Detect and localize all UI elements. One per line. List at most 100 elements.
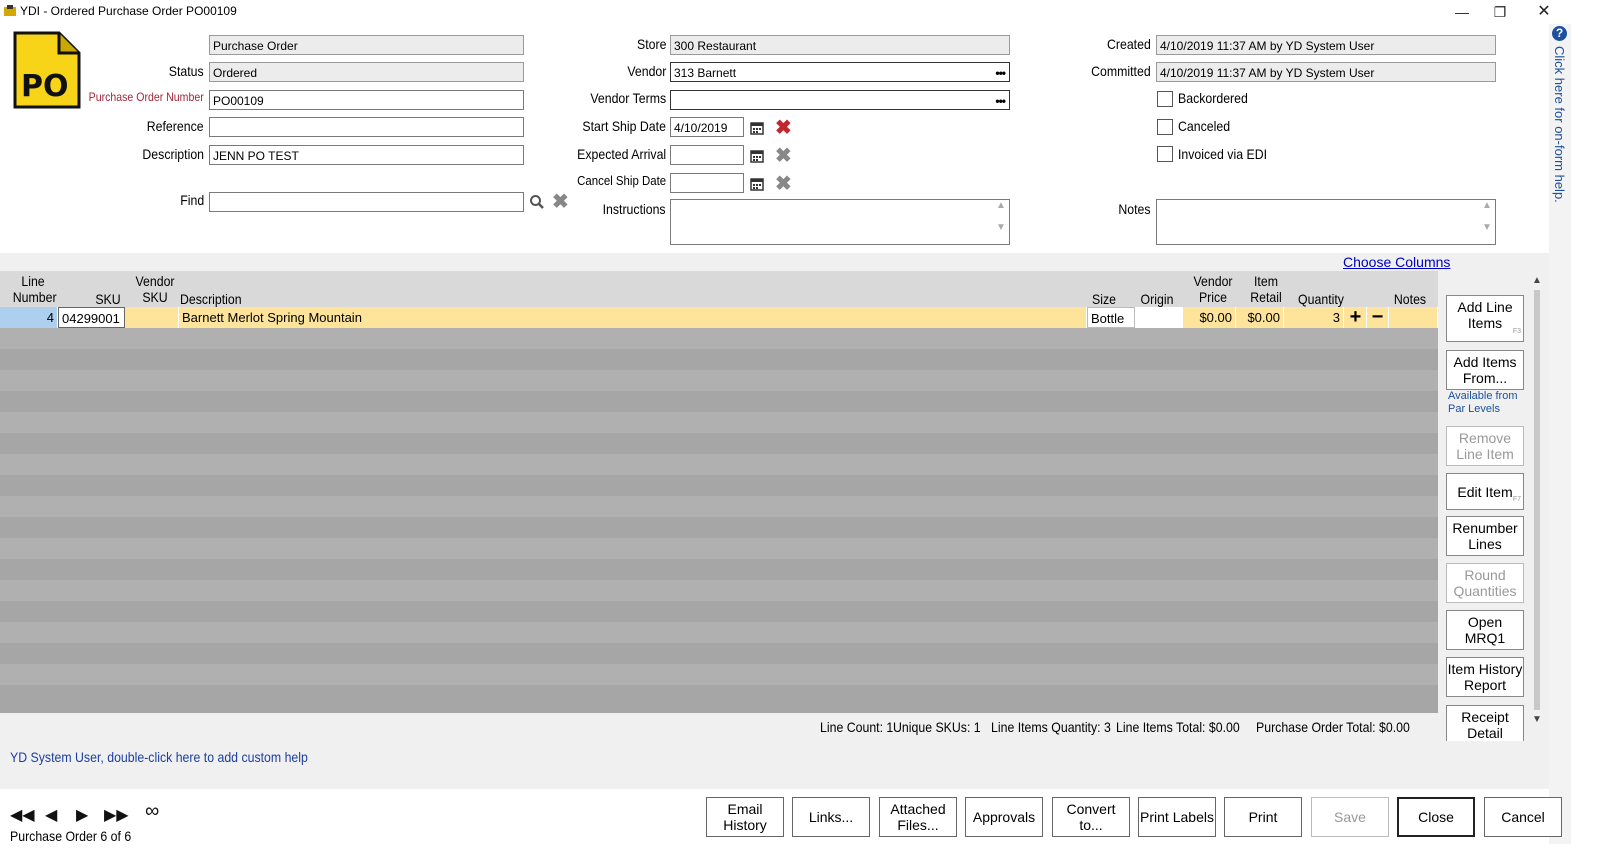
- custom-help-link[interactable]: YD System User, double-click here to add…: [10, 749, 308, 765]
- cell-line[interactable]: 4: [0, 307, 58, 328]
- search-icon[interactable]: [529, 194, 545, 210]
- col-origin[interactable]: Origin: [1138, 291, 1177, 307]
- links-button[interactable]: Links...: [792, 797, 870, 837]
- vendor-terms-lookup-icon[interactable]: •••: [995, 91, 1006, 109]
- notes-scrollbar[interactable]: ▲ ▼: [1479, 200, 1495, 244]
- first-record-icon[interactable]: ◀◀: [10, 805, 35, 825]
- increment-icon[interactable]: +: [1345, 307, 1367, 328]
- cell-item-retail[interactable]: $0.00: [1236, 307, 1284, 328]
- col-vendor-sku[interactable]: Vendor SKU: [135, 273, 175, 305]
- vendor-lookup-icon[interactable]: •••: [995, 63, 1006, 81]
- receipt-detail-button[interactable]: Receipt Detail: [1446, 705, 1524, 745]
- clear-find-icon[interactable]: ✖: [552, 192, 569, 212]
- col-description[interactable]: Description: [180, 291, 242, 307]
- backordered-label: Backordered: [1178, 90, 1248, 106]
- remove-line-item-button[interactable]: Remove Line Item: [1446, 426, 1524, 466]
- scroll-up-icon[interactable]: ▲: [1529, 275, 1545, 286]
- previous-record-icon[interactable]: ◀: [45, 805, 57, 825]
- vendor-field[interactable]: 313 Barnett •••: [670, 62, 1010, 82]
- cancel-button[interactable]: Cancel: [1484, 797, 1562, 837]
- convert-to-button[interactable]: Convert to...: [1052, 797, 1130, 837]
- on-form-help-link[interactable]: Click here for on-form help.: [1552, 46, 1567, 203]
- find-field[interactable]: [209, 192, 524, 212]
- grid-body[interactable]: [0, 328, 1438, 713]
- vendor-terms-field[interactable]: •••: [670, 90, 1010, 110]
- restore-icon[interactable]: ❐: [1488, 2, 1512, 22]
- edit-item-shortcut: F7: [1512, 496, 1521, 503]
- scroll-down-icon[interactable]: ▼: [1529, 714, 1545, 725]
- round-quantities-button[interactable]: Round Quantities: [1446, 563, 1524, 603]
- minimize-icon[interactable]: —: [1450, 2, 1474, 22]
- backordered-checkbox[interactable]: [1157, 91, 1173, 107]
- cell-notes[interactable]: [1389, 307, 1438, 328]
- print-labels-button[interactable]: Print Labels: [1138, 797, 1216, 837]
- col-vendor-price[interactable]: Vendor Price: [1193, 273, 1233, 305]
- cell-sku[interactable]: 04299001: [58, 307, 125, 328]
- side-scrollbar[interactable]: ▲ ▼: [1529, 275, 1545, 737]
- col-item-retail-l2: Retail: [1250, 289, 1282, 305]
- po-number-field[interactable]: PO00109: [209, 90, 524, 110]
- help-icon[interactable]: ?: [1552, 26, 1567, 41]
- clear-cancel-ship-icon[interactable]: ✖: [775, 174, 792, 194]
- renumber-lines-button[interactable]: Renumber Lines: [1446, 516, 1524, 556]
- print-button[interactable]: Print: [1224, 797, 1302, 837]
- canceled-checkbox[interactable]: [1157, 119, 1173, 135]
- add-line-items-button[interactable]: Add Line Items F3: [1446, 295, 1524, 342]
- edit-item-button[interactable]: Edit Item F7: [1446, 473, 1524, 510]
- close-window-icon[interactable]: ✕: [1532, 2, 1556, 22]
- cancel-ship-field[interactable]: [670, 173, 744, 193]
- empty-row: [0, 433, 1438, 454]
- store-field: 300 Restaurant: [670, 35, 1010, 55]
- col-line-number[interactable]: Line Number: [13, 273, 57, 305]
- vendor-terms-label: Vendor Terms: [590, 90, 666, 106]
- cell-description[interactable]: Barnett Merlot Spring Mountain: [179, 307, 1087, 328]
- calendar-icon[interactable]: [750, 149, 764, 163]
- invoiced-edi-checkbox[interactable]: [1157, 146, 1173, 162]
- col-vendor-price-l1: Vendor: [1193, 273, 1233, 289]
- col-notes[interactable]: Notes: [1392, 291, 1427, 307]
- cell-origin[interactable]: [1135, 307, 1183, 328]
- last-record-icon[interactable]: ▶▶: [104, 805, 129, 825]
- col-sku[interactable]: SKU: [94, 291, 122, 307]
- open-mrq1-button[interactable]: Open MRQ1: [1446, 610, 1524, 650]
- email-history-button[interactable]: Email History: [706, 797, 784, 837]
- instructions-scrollbar[interactable]: ▲ ▼: [993, 200, 1009, 244]
- clear-start-ship-icon[interactable]: ✖: [775, 118, 792, 138]
- col-quantity[interactable]: Quantity: [1297, 291, 1345, 307]
- instructions-field[interactable]: ▲ ▼: [670, 199, 1010, 245]
- table-row[interactable]: 4 04299001 Barnett Merlot Spring Mountai…: [0, 307, 1438, 328]
- find-label: Find: [180, 192, 204, 208]
- attached-files-button[interactable]: Attached Files...: [879, 797, 957, 837]
- summary-po-total: Purchase Order Total: $0.00: [1256, 719, 1410, 735]
- save-button[interactable]: Save: [1311, 797, 1389, 837]
- scroll-thumb[interactable]: [1534, 290, 1540, 710]
- description-field[interactable]: JENN PO TEST: [209, 145, 524, 165]
- cell-vendor-price[interactable]: $0.00: [1183, 307, 1236, 328]
- item-history-report-button[interactable]: Item History Report: [1446, 657, 1524, 697]
- calendar-icon[interactable]: [750, 177, 764, 191]
- add-line-items-label: Add Line Items: [1457, 299, 1513, 331]
- help-strip[interactable]: ? Click here for on-form help.: [1549, 24, 1571, 844]
- reference-field[interactable]: [209, 117, 524, 137]
- all-records-icon[interactable]: ∞: [145, 800, 159, 823]
- empty-row: [0, 454, 1438, 475]
- approvals-button[interactable]: Approvals: [965, 797, 1043, 837]
- cell-vendor-sku[interactable]: [125, 307, 179, 328]
- toolbar-band: [0, 253, 1549, 271]
- calendar-icon[interactable]: [750, 121, 764, 135]
- start-ship-field[interactable]: 4/10/2019: [670, 117, 744, 137]
- col-size[interactable]: Size: [1091, 291, 1117, 307]
- choose-columns-link[interactable]: Choose Columns: [1343, 254, 1450, 270]
- col-item-retail[interactable]: Item Retail: [1248, 273, 1283, 305]
- cell-size[interactable]: Bottle: [1087, 307, 1135, 328]
- notes-field[interactable]: ▲ ▼: [1156, 199, 1496, 245]
- cell-quantity[interactable]: 3: [1284, 307, 1344, 328]
- close-button[interactable]: Close: [1397, 797, 1475, 837]
- next-record-icon[interactable]: ▶: [76, 805, 88, 825]
- add-items-from-button[interactable]: Add Items From...: [1446, 350, 1524, 390]
- empty-row: [0, 685, 1438, 713]
- clear-expected-arrival-icon[interactable]: ✖: [775, 146, 792, 166]
- expected-arrival-field[interactable]: [670, 145, 744, 165]
- decrement-icon[interactable]: −: [1367, 307, 1389, 328]
- invoiced-edi-label: Invoiced via EDI: [1178, 146, 1268, 162]
